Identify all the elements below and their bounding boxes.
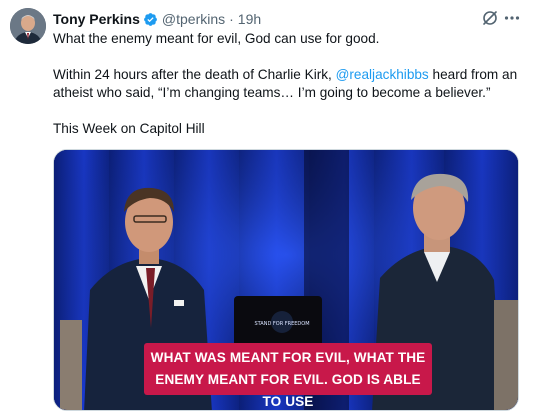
tweet-text: What the enemy meant for evil, God can u… (53, 30, 533, 138)
laptop-sticker: STAND FOR FREEDOM (254, 321, 309, 327)
timestamp[interactable]: 19h (238, 11, 261, 27)
video-caption: WHAT WAS MEANT FOR EVIL, WHAT THE ENEMY … (144, 343, 432, 409)
avatar[interactable] (10, 8, 46, 44)
caption-line-1: WHAT WAS MEANT FOR EVIL, WHAT THE (150, 350, 426, 365)
tweet-line-1: What the enemy meant for evil, God can u… (53, 31, 380, 46)
grok-icon[interactable] (481, 9, 499, 27)
author-name[interactable]: Tony Perkins (53, 11, 140, 27)
author-handle[interactable]: @tperkins (162, 11, 225, 27)
mention-link[interactable]: @realjackhibbs (336, 67, 429, 82)
verified-badge-icon (143, 12, 158, 27)
caption-line-2: ENEMY MEANT FOR EVIL. GOD IS ABLE TO USE (155, 372, 421, 409)
more-options-icon[interactable] (503, 9, 521, 27)
separator-dot: · (229, 11, 234, 27)
media-video[interactable]: STAND FOR FREEDOM WHAT WAS MEANT FOR EVI… (53, 149, 519, 411)
tweet: Tony Perkins @tperkins · 19h What the en… (0, 0, 540, 417)
tweet-text-segment: Within 24 hours after the death of Charl… (53, 67, 336, 82)
tweet-paragraph-2: Within 24 hours after the death of Charl… (53, 66, 533, 102)
tweet-header: Tony Perkins @tperkins · 19h (53, 9, 520, 29)
tweet-line-3: This Week on Capitol Hill (53, 121, 205, 136)
